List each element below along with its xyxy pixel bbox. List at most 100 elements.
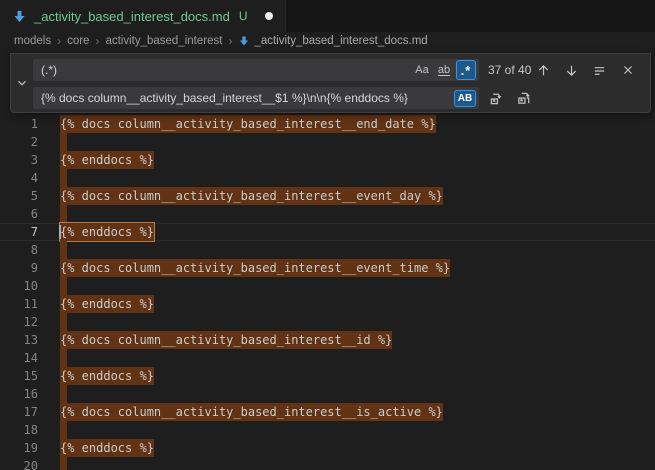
code-line-text[interactable] [60,457,655,470]
line-number[interactable]: 16 [0,385,38,403]
line-number[interactable]: 6 [0,205,38,223]
line-number[interactable]: 2 [0,133,38,151]
line-number[interactable]: 3 [0,151,38,169]
code-line-text[interactable]: {% docs column__activity_based_interest_… [60,403,655,421]
breadcrumb-item-models[interactable]: models [14,35,51,47]
code-line[interactable]: 7 {% enddocs %} [0,223,655,241]
find-replace-widget: (.*) Aa ab .* 37 of 40 [10,53,651,113]
line-number[interactable]: 13 [0,331,38,349]
line-number[interactable]: 7 [0,223,38,241]
find-input[interactable]: (.*) Aa ab .* [33,59,479,81]
code-line-text[interactable] [60,241,655,259]
code-line-text[interactable]: {% docs column__activity_based_interest_… [60,331,655,349]
code-line-text[interactable]: {% enddocs %} [60,151,655,169]
editor-tab[interactable]: _activity_based_interest_docs.md U [0,0,286,32]
code-line[interactable]: 20 [0,457,655,470]
toggle-replace-button[interactable] [11,54,33,112]
line-number[interactable]: 17 [0,403,38,421]
find-match-highlight: {% docs column__activity_based_interest_… [60,187,443,205]
replace-button[interactable] [486,88,507,109]
find-match-highlight [60,277,67,295]
previous-match-button[interactable] [533,60,554,81]
code-line-text[interactable] [60,169,655,187]
find-match-highlight: {% docs column__activity_based_interest_… [60,259,450,277]
code-line[interactable]: 18 [0,421,655,439]
code-line-text[interactable]: {% docs column__activity_based_interest_… [60,115,655,133]
line-number[interactable]: 18 [0,421,38,439]
line-number[interactable]: 9 [0,259,38,277]
code-line-text[interactable]: {% enddocs %} [60,295,655,313]
code-line[interactable]: 16 [0,385,655,403]
code-line[interactable]: 13 {% docs column__activity_based_interes… [0,331,655,349]
find-match-highlight [60,457,67,470]
find-match-highlight [60,205,67,223]
code-line-text[interactable]: {% enddocs %} [60,223,655,241]
line-number[interactable]: 12 [0,313,38,331]
find-query-text: (.*) [41,63,412,77]
code-line-text[interactable] [60,349,655,367]
tab-bar: _activity_based_interest_docs.md U [0,0,655,32]
next-match-button[interactable] [561,60,582,81]
code-line[interactable]: 15 {% enddocs %} [0,367,655,385]
code-line-text[interactable] [60,277,655,295]
code-line-text[interactable] [60,421,655,439]
breadcrumb-item-core[interactable]: core [67,35,89,47]
code-line[interactable]: 3 {% enddocs %} [0,151,655,169]
code-line[interactable]: 1 {% docs column__activity_based_interest… [0,115,655,133]
find-match-highlight: {% docs column__activity_based_interest_… [60,403,443,421]
code-line[interactable]: 9 {% docs column__activity_based_interest… [0,259,655,277]
find-match-highlight [60,385,67,403]
breadcrumb-separator: › [228,34,232,48]
code-line-text[interactable]: {% enddocs %} [60,439,655,457]
close-icon [621,63,635,77]
code-line[interactable]: 10 [0,277,655,295]
line-number[interactable]: 15 [0,367,38,385]
code-line-text[interactable] [60,205,655,223]
code-lines: 1 {% docs column__activity_based_interest… [0,115,655,470]
line-number[interactable]: 19 [0,439,38,457]
code-line[interactable]: 2 [0,133,655,151]
code-line-text[interactable] [60,385,655,403]
replace-input[interactable]: {% docs column__activity_based_interest_… [33,87,479,109]
line-number[interactable]: 4 [0,169,38,187]
breadcrumb-file-label: _activity_based_interest_docs.md [254,35,427,47]
code-line[interactable]: 4 [0,169,655,187]
code-line[interactable]: 8 [0,241,655,259]
modified-indicator-dot[interactable] [265,12,273,20]
code-line[interactable]: 17 {% docs column__activity_based_interes… [0,403,655,421]
code-line[interactable]: 12 [0,313,655,331]
code-line[interactable]: 14 [0,349,655,367]
code-line[interactable]: 11 {% enddocs %} [0,295,655,313]
line-number[interactable]: 5 [0,187,38,205]
regex-toggle[interactable]: .* [456,60,476,80]
breadcrumb-item-activity-based-interest[interactable]: activity_based_interest [105,35,222,47]
line-number[interactable]: 10 [0,277,38,295]
line-number[interactable]: 14 [0,349,38,367]
code-line-text[interactable]: {% enddocs %} [60,367,655,385]
code-line-text[interactable]: {% docs column__activity_based_interest_… [60,187,655,205]
preserve-case-toggle[interactable]: AB [454,90,476,107]
code-line[interactable]: 6 [0,205,655,223]
replace-row: {% docs column__activity_based_interest_… [33,87,644,109]
find-match-highlight [60,313,67,331]
tab-title: _activity_based_interest_docs.md [34,9,230,24]
find-match-highlight: {% enddocs %} [60,295,154,313]
breadcrumb-item-file[interactable]: _activity_based_interest_docs.md [238,35,427,47]
code-line[interactable]: 5 {% docs column__activity_based_interest… [0,187,655,205]
replace-all-button[interactable] [514,88,535,109]
code-line-text[interactable] [60,313,655,331]
whole-word-toggle[interactable]: ab [434,60,454,80]
line-number[interactable]: 20 [0,457,38,470]
line-number[interactable]: 11 [0,295,38,313]
line-number[interactable]: 8 [0,241,38,259]
line-number[interactable]: 1 [0,115,38,133]
find-match-highlight: {% docs column__activity_based_interest_… [60,115,436,133]
close-find-widget-button[interactable] [617,60,638,81]
code-line-text[interactable]: {% docs column__activity_based_interest_… [60,259,655,277]
find-match-highlight: {% enddocs %} [60,439,154,457]
match-case-toggle[interactable]: Aa [412,60,432,80]
code-line-text[interactable] [60,133,655,151]
find-in-selection-button[interactable] [589,60,610,81]
code-line[interactable]: 19 {% enddocs %} [0,439,655,457]
editor-pane[interactable]: (.*) Aa ab .* 37 of 40 [0,50,655,470]
